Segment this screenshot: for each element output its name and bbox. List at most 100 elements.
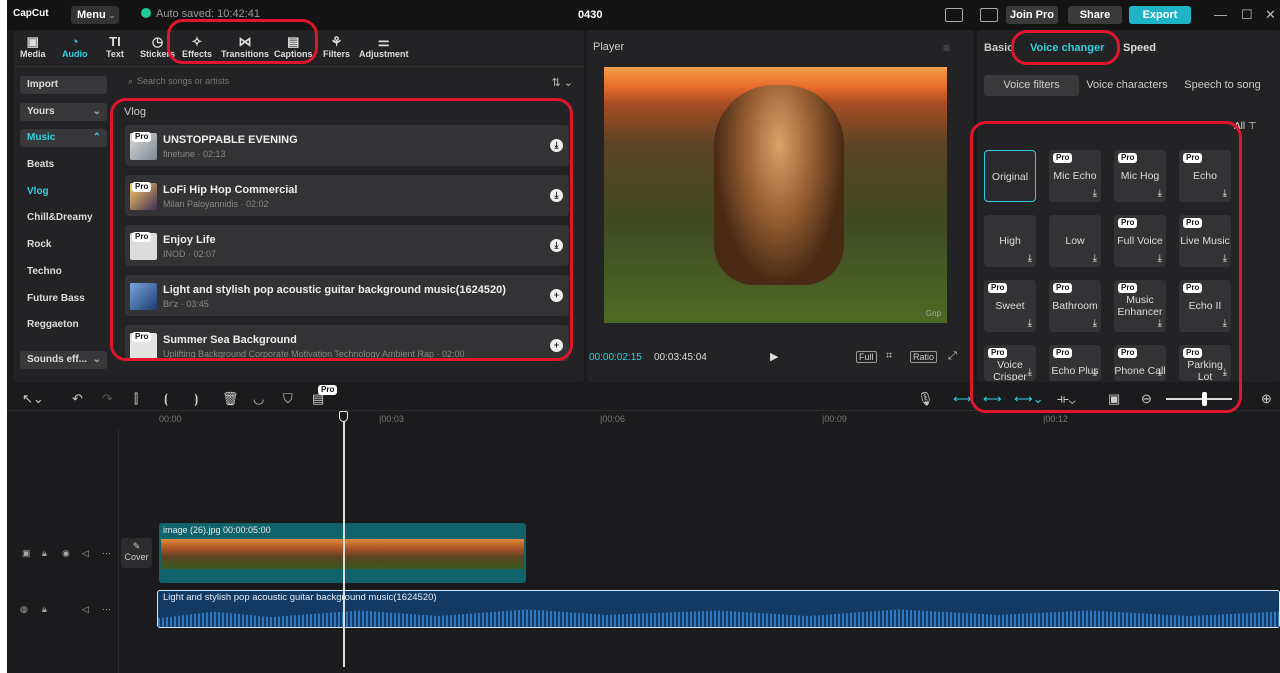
text-icon: TI [109,34,121,49]
sidebar-item-yours[interactable]: Yours ⌄ [20,103,107,121]
tab-voice-characters[interactable]: Voice characters [1082,75,1172,96]
more-icon[interactable]: ⋯ [102,604,111,615]
ruler-tick: 00:00 [159,414,182,424]
clip-frame [243,539,284,569]
close-icon[interactable]: ✕ [1265,7,1276,23]
tab-adjustment[interactable]: ⚌ Adjustment [359,34,409,59]
sidebar-item-reggaeton[interactable]: Reggaeton [20,316,107,334]
tab-audio[interactable]: ◔ Audio [62,34,88,59]
export-button[interactable]: Export [1129,6,1191,24]
chevron-down-icon: ⌄ [108,11,116,20]
sidebar-item-vlog[interactable]: Vlog [20,183,107,201]
trim-right-icon[interactable]: ⦘ [194,391,198,407]
playhead-handle[interactable] [339,411,348,422]
full-button[interactable]: Full [856,351,877,363]
menu-icon[interactable]: ≡ [943,41,950,55]
track-toggle-icon[interactable]: ▣ [22,548,31,559]
tab-filters[interactable]: ⚘ Filters [323,34,350,59]
lock-icon[interactable]: 🔒︎ [42,604,47,615]
minimize-icon[interactable]: — [1214,7,1227,22]
eye-icon[interactable]: ◉ [62,548,70,559]
audio-icon: ◔ [70,34,79,49]
tab-basic[interactable]: Basic [984,42,1013,54]
trim-left-icon[interactable]: ⦗ [164,391,168,407]
menu-button[interactable]: Menu ⌄ [71,6,119,24]
link-icon[interactable]: ⟷ [953,391,972,407]
shortcut-icon[interactable] [980,8,998,22]
sidebar-item-techno[interactable]: Techno [20,263,107,281]
filters-icon: ⚘ [330,34,343,49]
pro-badge: Pro [318,385,338,395]
lock-icon[interactable]: 🔒︎ [42,548,47,559]
highlight-track-list [110,98,573,361]
search-bar[interactable]: ⌕ Search songs or artists ⇅ ⌄ [128,76,573,94]
tab-speed[interactable]: Speed [1123,42,1156,54]
highlight-voice-changer-tab [1011,30,1120,65]
fullscreen-icon[interactable]: ⤢ [948,350,957,363]
capcut-window: CapCut Menu ⌄ Auto saved: 10:42:41 0430 … [7,0,1280,673]
capcut-logo: CapCut [13,8,49,19]
split-icon[interactable]: ⫿ [134,391,138,407]
tab-voice-filters[interactable]: Voice filters [984,75,1079,96]
clip-frame [366,539,407,569]
delete-icon[interactable]: 🗑 [222,391,239,407]
waveform [158,609,1279,627]
search-input[interactable]: Search songs or artists [137,76,229,86]
project-title: 0430 [578,9,603,21]
shield-icon[interactable]: ⛉ [283,391,293,407]
search-icon: ⌕ [128,76,134,86]
tab-label: Text [106,49,124,59]
select-tool-icon[interactable]: ↖⌄ [22,391,44,407]
clip-label: image (26).jpg 00:00:05:00 [163,525,271,535]
media-icon: ▣ [26,34,39,49]
zoom-in-icon[interactable]: ⊕ [1261,391,1272,407]
cover-label: Cover [124,552,149,562]
playhead[interactable] [343,411,345,667]
more-icon[interactable]: ⋯ [102,548,111,559]
check-icon [141,8,151,18]
highlight-tools [167,19,318,64]
total-time: 00:03:45:04 [654,352,707,363]
ruler-tick: |00:06 [600,414,625,424]
tab-speech-to-song[interactable]: Speech to song [1176,75,1269,96]
sort-icon[interactable]: ⇅ ⌄ [552,76,574,89]
sidebar-item-sounds[interactable]: Sounds eff... ⌄ [20,351,107,369]
sidebar-item-chill[interactable]: Chill&Dreamy [20,209,107,227]
speaker-icon[interactable]: ◁ [82,604,89,615]
redo-icon[interactable]: ↷ [102,391,113,407]
video-preview[interactable]: Gnp [604,67,947,323]
join-pro-button[interactable]: Join Pro [1006,6,1058,24]
highlight-voice-grid [970,121,1242,413]
audio-track-icon[interactable]: ◍ [20,604,28,615]
sidebar-item-beats[interactable]: Beats [20,156,107,174]
play-icon[interactable]: ▶ [770,350,778,363]
sidebar-item-future-bass[interactable]: Future Bass [20,290,107,308]
ratio-button[interactable]: Ratio [910,351,938,363]
microphone-icon[interactable]: 🎙 [917,391,934,407]
clip-frame [284,539,325,569]
undo-icon[interactable]: ↶ [72,391,83,407]
mask-icon[interactable]: ◡ [253,391,264,407]
crop-icon[interactable]: ⌗ [886,350,892,363]
layout-icon[interactable] [945,8,963,22]
maximize-icon[interactable]: ☐ [1241,7,1253,23]
clip-frame [489,539,524,569]
ruler-tick: |00:09 [822,414,847,424]
sidebar-item-music[interactable]: Music ⌃ [20,129,107,147]
speaker-icon[interactable]: ◁ [82,548,89,559]
clip-label: Light and stylish pop acoustic guitar ba… [163,592,437,603]
chevron-up-icon: ⌃ [92,132,101,143]
cover-button[interactable]: ✎ Cover [121,538,152,568]
share-button[interactable]: Share [1068,6,1122,24]
watermark: Gnp [925,309,941,318]
tab-media[interactable]: ▣ Media [20,34,46,59]
tab-text[interactable]: TI Text [106,34,124,59]
import-button[interactable]: Import [20,76,107,94]
chevron-down-icon: ⌄ [92,354,101,365]
sidebar-item-label: Sounds eff... [27,354,87,365]
audio-clip[interactable]: Light and stylish pop acoustic guitar ba… [157,590,1280,628]
divider [14,66,584,67]
adjustment-icon: ⚌ [377,34,390,49]
sidebar-item-rock[interactable]: Rock [20,236,107,254]
menu-label: Menu [77,9,106,21]
